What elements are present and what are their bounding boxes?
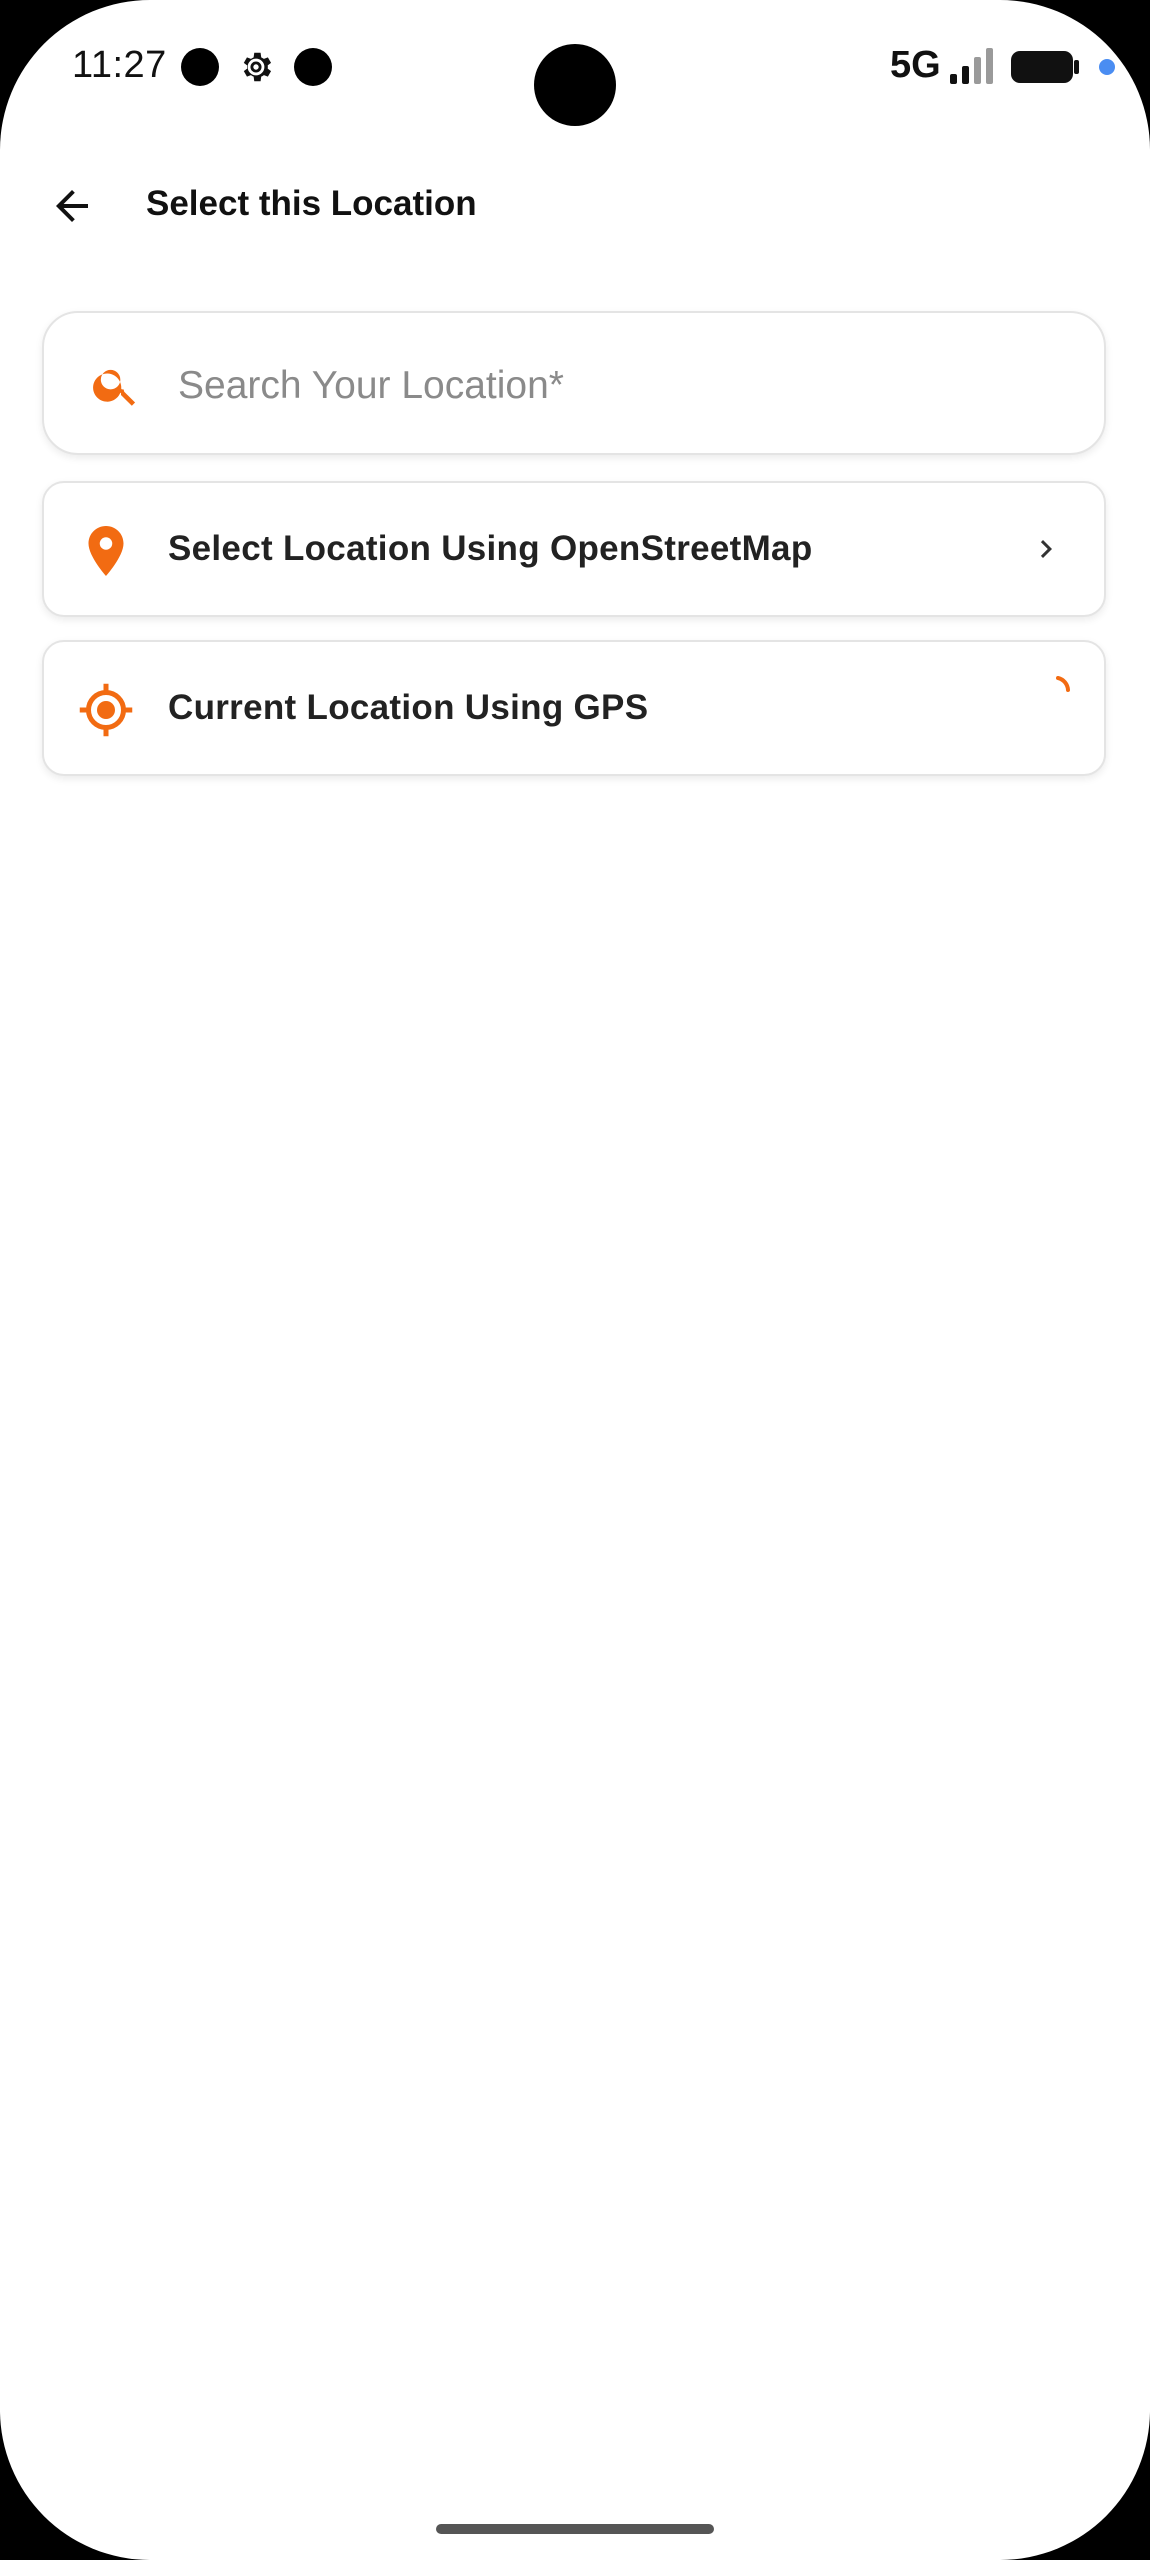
chevron-right-icon bbox=[1040, 540, 1052, 558]
network-type: 5G bbox=[890, 44, 941, 86]
notification-dot-icon bbox=[181, 48, 219, 86]
loading-spinner-icon bbox=[1056, 676, 1070, 692]
gps-target-icon bbox=[79, 683, 133, 737]
status-indicator-dot bbox=[1099, 59, 1115, 75]
option-label: Select Location Using OpenStreetMap bbox=[168, 529, 813, 568]
app-screen: 11:27 5G Select this Location Search You… bbox=[0, 0, 1150, 2560]
signal-icon bbox=[950, 48, 993, 84]
current-location-gps-button[interactable]: Current Location Using GPS bbox=[42, 640, 1106, 776]
settings-gear-icon bbox=[243, 52, 272, 82]
option-label: Current Location Using GPS bbox=[168, 688, 649, 727]
map-pin-icon bbox=[88, 526, 124, 576]
arrow-left-icon bbox=[56, 190, 88, 222]
search-input[interactable] bbox=[176, 343, 1060, 429]
back-button[interactable] bbox=[38, 178, 106, 234]
app-header: Select this Location bbox=[0, 160, 1150, 250]
status-bar: 11:27 5G bbox=[0, 0, 1150, 140]
status-time: 11:27 bbox=[72, 44, 167, 86]
search-icon bbox=[93, 369, 136, 406]
battery-icon bbox=[1011, 51, 1079, 83]
camera-cutout bbox=[534, 44, 616, 126]
notification-dot-icon bbox=[294, 48, 332, 86]
home-indicator[interactable] bbox=[436, 2524, 714, 2534]
page-title: Select this Location bbox=[146, 184, 477, 223]
select-location-openstreetmap-button[interactable]: Select Location Using OpenStreetMap bbox=[42, 481, 1106, 617]
search-box[interactable] bbox=[42, 311, 1106, 455]
